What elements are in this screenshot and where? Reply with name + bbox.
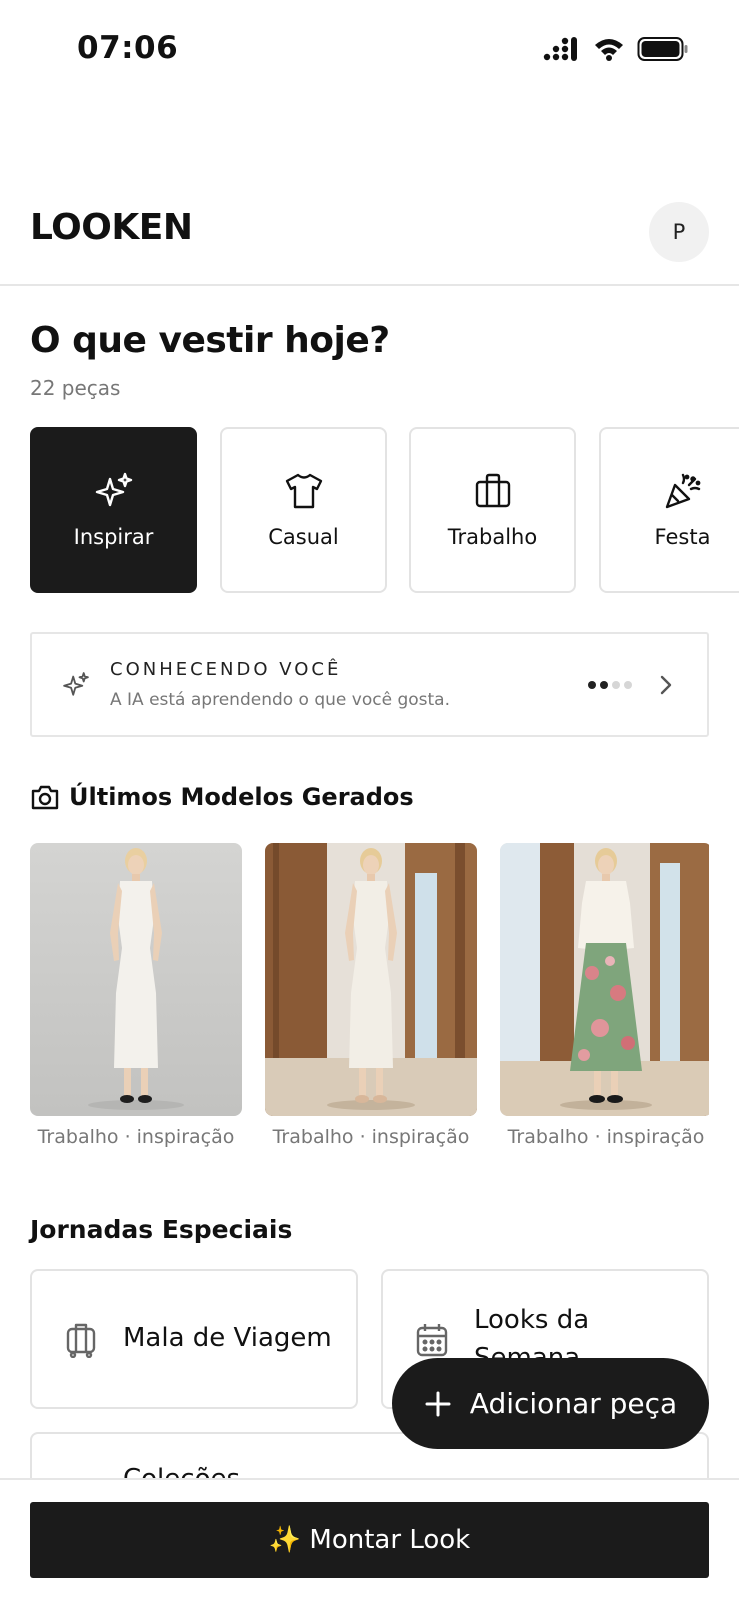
- learning-title: CONHECENDO VOCÊ: [110, 659, 342, 680]
- category-row: Inspirar Casual Trabalho Festa: [30, 427, 739, 593]
- model-image: [30, 843, 242, 1116]
- app-header: LOOKEN P: [0, 190, 739, 286]
- category-label: Trabalho: [447, 525, 538, 549]
- sparkles-icon: [95, 472, 132, 507]
- app-title: LOOKEN: [30, 207, 193, 248]
- model-card[interactable]: Trabalho · inspiração: [30, 843, 242, 1148]
- category-label: Casual: [268, 525, 339, 549]
- category-trabalho[interactable]: Trabalho: [409, 427, 576, 593]
- camera-icon: [31, 785, 59, 810]
- page-title: O que vestir hoje?: [30, 320, 390, 361]
- progress-dot: [588, 681, 596, 689]
- model-image: [265, 843, 477, 1116]
- category-casual[interactable]: Casual: [220, 427, 387, 593]
- status-time: 07:06: [77, 30, 179, 66]
- cellular-signal-icon: [543, 37, 577, 61]
- wifi-icon: [595, 39, 623, 61]
- journeys-section-title: Jornadas Especiais: [30, 1215, 293, 1244]
- models-section-header: Últimos Modelos Gerados: [30, 783, 414, 811]
- progress-dot: [624, 681, 632, 689]
- briefcase-icon: [475, 473, 510, 508]
- battery-icon: [637, 37, 688, 61]
- progress-dot: [600, 681, 608, 689]
- luggage-icon: [66, 1323, 96, 1358]
- model-caption: Trabalho · inspiração: [272, 1126, 470, 1148]
- chevron-right-icon: [660, 675, 672, 695]
- status-bar: 07:06: [0, 0, 739, 100]
- progress-dot: [612, 681, 620, 689]
- calendar-icon: [416, 1324, 448, 1357]
- journey-mala-de-viagem[interactable]: Mala de Viagem: [30, 1269, 358, 1409]
- models-carousel[interactable]: Trabalho · inspiração Trabalho · inspira…: [30, 843, 709, 1153]
- avatar[interactable]: P: [649, 202, 709, 262]
- add-item-button[interactable]: Adicionar peça: [392, 1358, 709, 1449]
- bottom-bar: ✨ Montar Look: [0, 1478, 739, 1600]
- category-label: Inspirar: [73, 525, 154, 549]
- model-caption: Trabalho · inspiração: [507, 1126, 705, 1148]
- plus-icon: [425, 1391, 451, 1416]
- journey-label: Mala de Viagem: [123, 1323, 332, 1353]
- category-festa[interactable]: Festa: [599, 427, 739, 593]
- sparkles-icon: [63, 672, 89, 696]
- model-card[interactable]: Trabalho · inspiração: [500, 843, 709, 1148]
- learning-progress-dots: [588, 681, 632, 689]
- model-image: [500, 843, 709, 1116]
- learning-subtitle: A IA está aprendendo o que você gosta.: [110, 690, 450, 710]
- party-popper-icon: [665, 473, 700, 509]
- build-look-button[interactable]: ✨ Montar Look: [30, 1502, 709, 1578]
- model-caption: Trabalho · inspiração: [37, 1126, 235, 1148]
- model-card[interactable]: Trabalho · inspiração: [265, 843, 477, 1148]
- pieces-count: 22 peças: [30, 376, 121, 400]
- models-section-title: Últimos Modelos Gerados: [69, 783, 414, 811]
- add-item-label: Adicionar peça: [469, 1387, 678, 1420]
- tshirt-icon: [285, 473, 322, 509]
- category-inspirar[interactable]: Inspirar: [30, 427, 197, 593]
- ai-learning-card[interactable]: CONHECENDO VOCÊ A IA está aprendendo o q…: [30, 632, 709, 737]
- status-icons: [543, 36, 689, 62]
- category-label: Festa: [654, 525, 711, 549]
